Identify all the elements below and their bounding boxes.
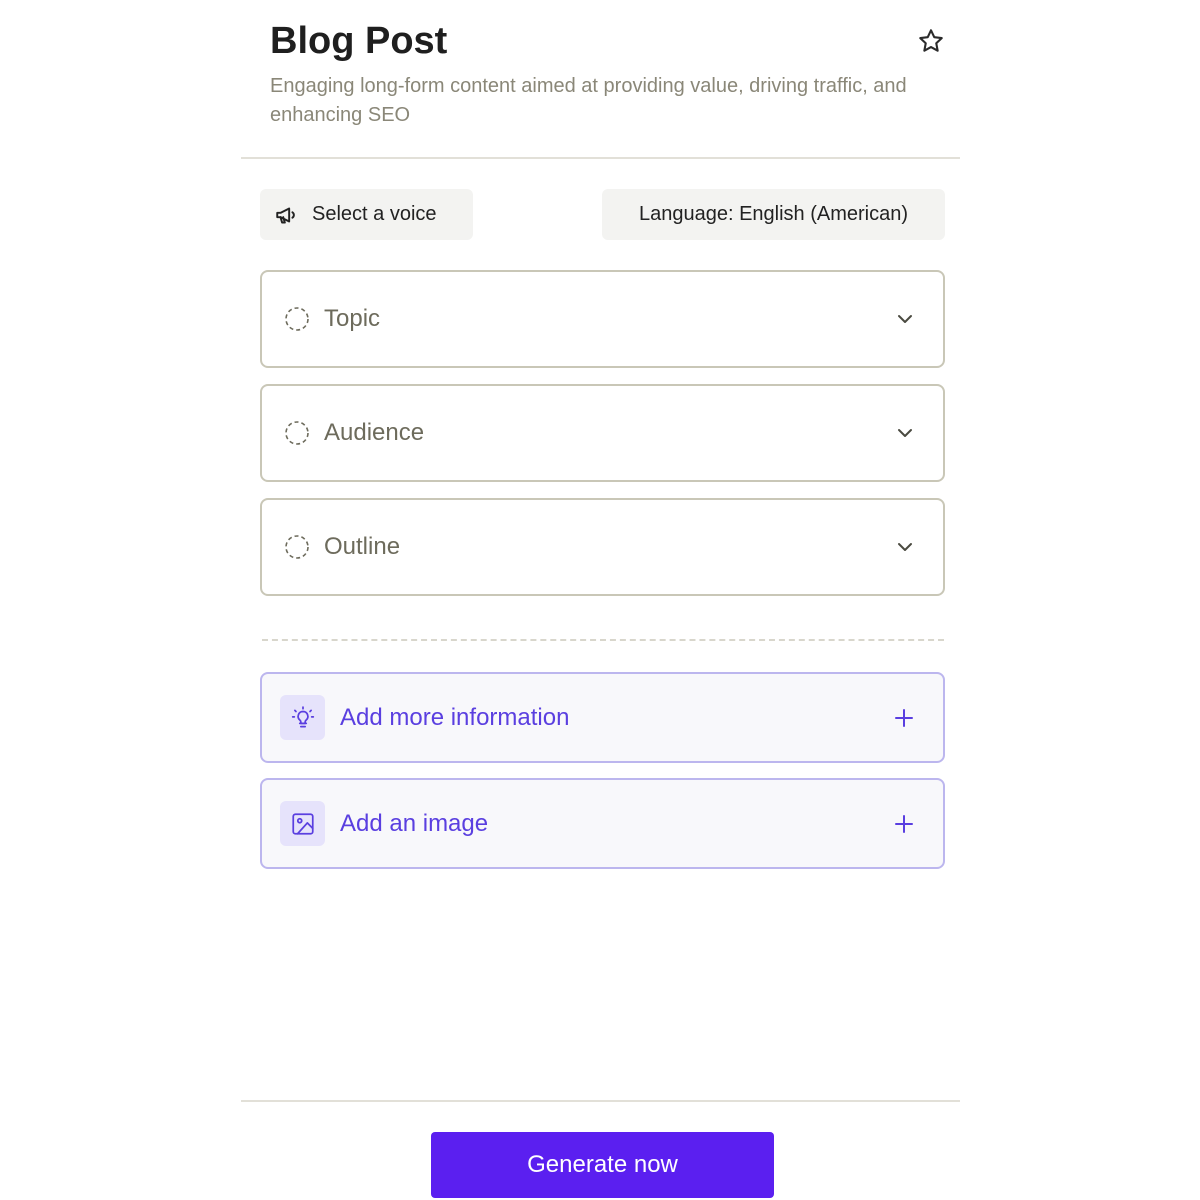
- chevron-down-icon[interactable]: [895, 423, 915, 443]
- star-outline-icon: [919, 29, 943, 52]
- select-voice-button[interactable]: Select a voice: [260, 189, 473, 240]
- megaphone-icon: [274, 202, 300, 228]
- language-selector[interactable]: Language: English (American): [602, 189, 945, 240]
- header-divider: [241, 157, 960, 159]
- chevron-down-icon[interactable]: [895, 309, 915, 329]
- generate-now-button[interactable]: Generate now: [431, 1132, 774, 1198]
- dashed-circle-icon: [284, 306, 310, 332]
- section-divider: [262, 639, 944, 641]
- dashed-circle-icon: [284, 534, 310, 560]
- add-image-button[interactable]: Add an image: [260, 778, 945, 869]
- field-outline-label: Outline: [324, 533, 401, 560]
- add-more-information-button[interactable]: Add more information: [260, 672, 945, 763]
- field-topic-label: Topic: [324, 305, 381, 332]
- page-description: Engaging long-form content aimed at prov…: [270, 75, 907, 126]
- footer-divider: [241, 1100, 960, 1102]
- field-audience[interactable]: Audience: [260, 384, 945, 482]
- lightbulb-icon: [280, 695, 325, 740]
- blog-post-form: Blog Post Engaging long-form content aim…: [0, 0, 1200, 1200]
- plus-icon: [893, 707, 915, 729]
- language-label: Language: English (American): [638, 203, 909, 225]
- page-title: Blog Post: [270, 20, 448, 62]
- header: Blog Post Engaging long-form content aim…: [270, 18, 950, 130]
- select-voice-label: Select a voice: [312, 203, 437, 225]
- plus-icon: [893, 813, 915, 835]
- chevron-down-icon[interactable]: [895, 537, 915, 557]
- field-topic[interactable]: Topic: [260, 270, 945, 368]
- image-icon: [280, 801, 325, 846]
- dashed-circle-icon: [284, 420, 310, 446]
- add-image-label: Add an image: [340, 809, 489, 837]
- favorite-button[interactable]: [914, 24, 948, 58]
- field-outline[interactable]: Outline: [260, 498, 945, 596]
- add-more-information-label: Add more information: [340, 703, 570, 731]
- field-audience-label: Audience: [324, 419, 425, 446]
